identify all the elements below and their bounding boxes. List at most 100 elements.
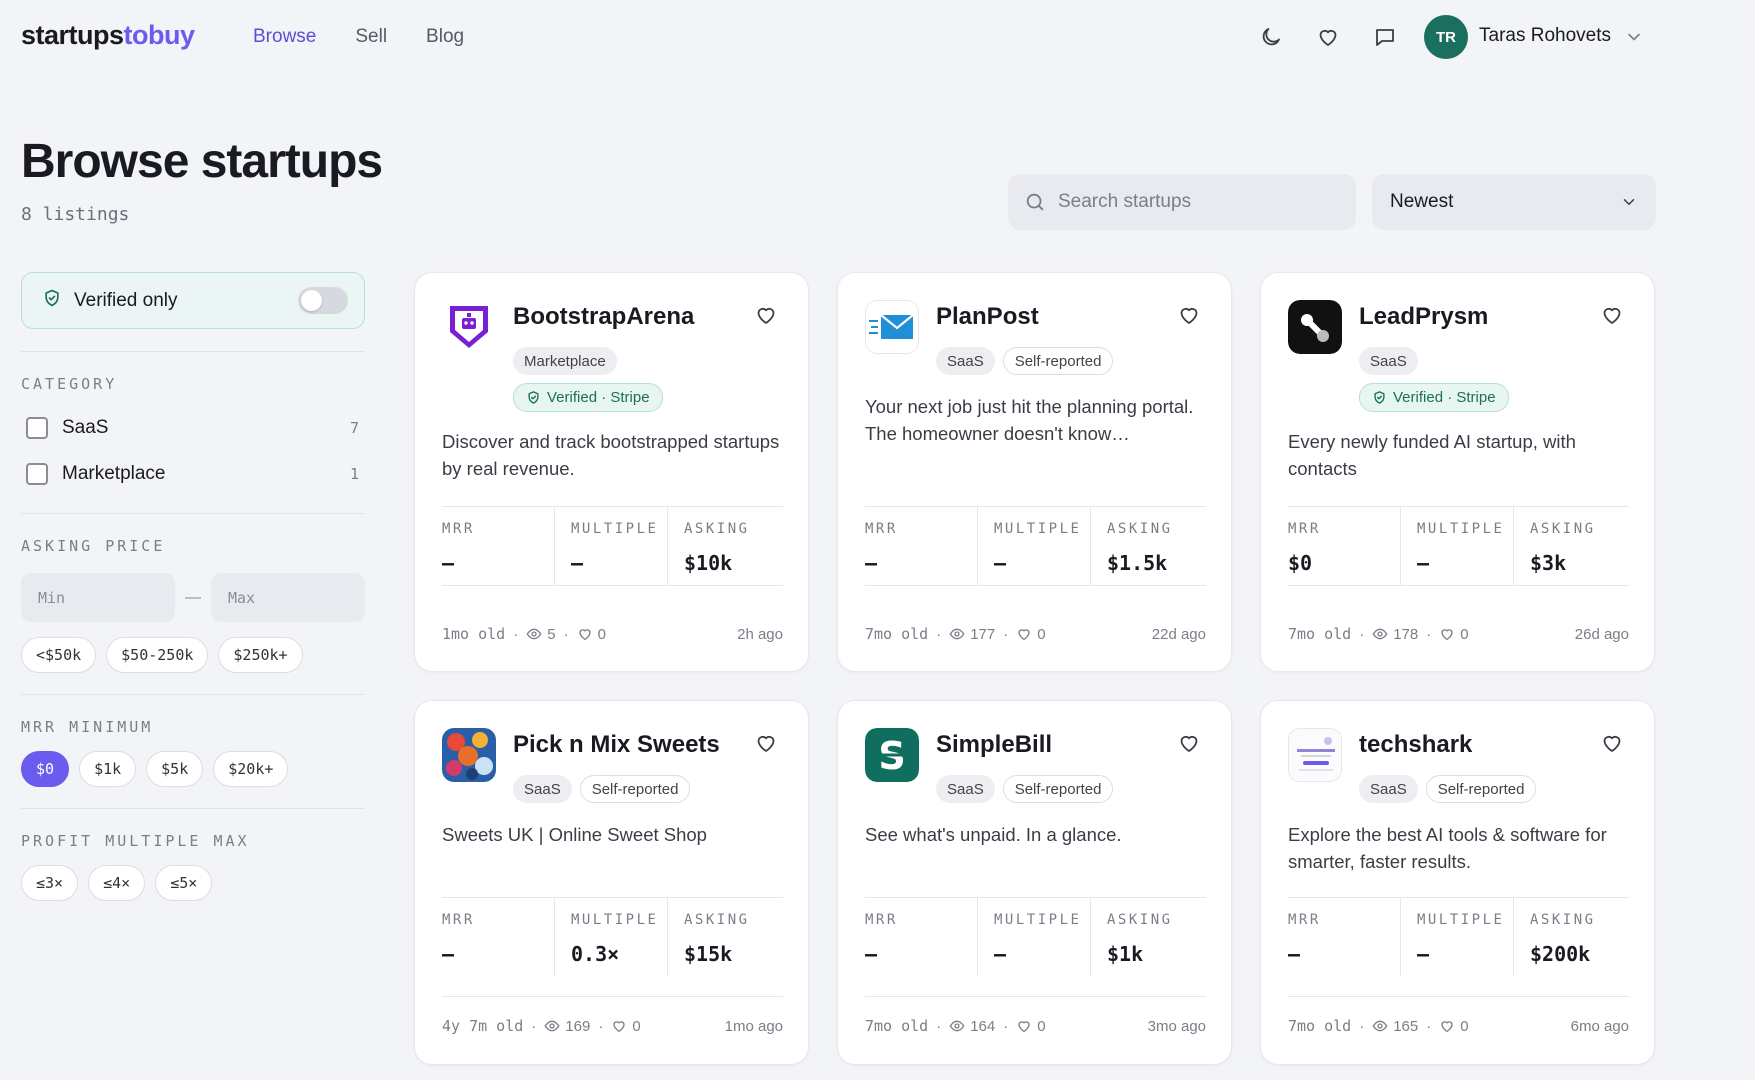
stat-asking: ASKING $3k xyxy=(1513,507,1629,585)
sort-select[interactable]: Newest xyxy=(1372,174,1656,230)
nav-browse[interactable]: Browse xyxy=(253,26,316,48)
heart-icon[interactable] xyxy=(1177,731,1201,755)
chevron-down-icon xyxy=(1623,199,1635,205)
eye-icon xyxy=(1372,628,1388,640)
tags: SaaS Self-reported xyxy=(936,347,1114,375)
stat-multiple: MULTIPLE 0.3× xyxy=(554,898,667,976)
divider xyxy=(442,996,783,997)
listing-card[interactable]: LeadPrysm SaaS Verified · Stripe Every n… xyxy=(1260,272,1655,672)
startup-description: Sweets UK | Online Sweet Shop xyxy=(442,824,707,845)
nav-blog[interactable]: Blog xyxy=(426,26,464,48)
mrr-chip[interactable]: $5k xyxy=(146,751,204,787)
price-max-input[interactable] xyxy=(211,573,365,622)
divider xyxy=(1288,585,1629,586)
heart-icon[interactable] xyxy=(1315,24,1341,50)
stat-multiple: MULTIPLE – xyxy=(554,507,667,585)
heart-icon xyxy=(1018,629,1030,640)
mrr-chip-selected[interactable]: $0 xyxy=(21,751,70,787)
logo[interactable]: startupstobuy xyxy=(21,20,195,51)
message-icon[interactable] xyxy=(1372,24,1398,50)
card-footer: 7mo old · 178 · 0 26d ago xyxy=(1288,625,1629,643)
multiple-chip[interactable]: ≤4× xyxy=(88,865,146,901)
sort-value: Newest xyxy=(1390,191,1454,212)
multiple-chip[interactable]: ≤3× xyxy=(21,865,79,901)
stat-asking: ASKING $10k xyxy=(667,507,783,585)
tag-self-reported: Self-reported xyxy=(1002,347,1114,375)
price-range: — xyxy=(21,573,365,622)
card-footer: 7mo old · 177 · 0 22d ago xyxy=(865,625,1206,643)
category-saas[interactable]: SaaS 7 xyxy=(21,415,365,441)
heart-icon[interactable] xyxy=(754,303,778,327)
page-title: Browse startups xyxy=(21,135,383,188)
tag-self-reported: Self-reported xyxy=(579,775,691,803)
stat-mrr: MRR – xyxy=(442,521,475,575)
stat-asking: ASKING $1.5k xyxy=(1090,507,1206,585)
stat-asking: ASKING $1k xyxy=(1090,898,1206,976)
verified-only-toggle[interactable]: Verified only xyxy=(21,272,365,329)
nav-sell[interactable]: Sell xyxy=(355,26,387,48)
divider xyxy=(865,996,1206,997)
multiple-chips: ≤3× ≤4× ≤5× xyxy=(21,865,365,901)
avatar[interactable]: TR xyxy=(1424,15,1468,59)
tag-category: SaaS xyxy=(513,775,572,803)
planpost-logo xyxy=(865,300,919,354)
profit-multiple-title: PROFIT MULTIPLE MAX xyxy=(21,832,250,850)
shield-check-icon xyxy=(42,288,62,313)
eye-icon xyxy=(544,1020,560,1032)
chevron-down-icon[interactable] xyxy=(1624,27,1644,47)
heart-icon[interactable] xyxy=(1177,303,1201,327)
listing-card[interactable]: BootstrapArena Marketplace Verified · St… xyxy=(414,272,809,672)
checkbox[interactable] xyxy=(26,463,48,485)
startup-description: Every newly funded AI startup, with cont… xyxy=(1288,431,1576,479)
listing-card[interactable]: PlanPost SaaS Self-reported Your next jo… xyxy=(837,272,1232,672)
listing-card[interactable]: S SimpleBill SaaS Self-reported See what… xyxy=(837,700,1232,1065)
startup-name[interactable]: PlanPost xyxy=(936,303,1039,331)
startup-name[interactable]: Pick n Mix Sweets xyxy=(513,731,720,759)
stats-row: MRR – MULTIPLE – ASKING $1.5k xyxy=(865,507,1206,585)
shield-check-icon xyxy=(1374,391,1385,404)
checkbox[interactable] xyxy=(26,417,48,439)
stat-asking: ASKING $15k xyxy=(667,898,783,976)
divider xyxy=(21,513,365,514)
toggle-switch[interactable] xyxy=(298,287,348,314)
stat-multiple: MULTIPLE – xyxy=(977,507,1090,585)
verified-badge: Verified · Stripe xyxy=(513,383,663,412)
heart-icon[interactable] xyxy=(1600,303,1624,327)
startup-name[interactable]: SimpleBill xyxy=(936,731,1052,759)
startup-name[interactable]: BootstrapArena xyxy=(513,303,694,331)
stats-row: MRR – MULTIPLE 0.3× ASKING $15k xyxy=(442,898,783,976)
card-footer: 1mo old · 5 · 0 2h ago xyxy=(442,625,783,643)
moon-icon[interactable] xyxy=(1258,24,1284,50)
listing-card[interactable]: Pick n Mix Sweets SaaS Self-reported Swe… xyxy=(414,700,809,1065)
category-marketplace[interactable]: Marketplace 1 xyxy=(21,461,365,487)
startup-description: Your next job just hit the planning port… xyxy=(865,396,1194,444)
category-title: CATEGORY xyxy=(21,375,118,393)
price-chips: <$50k $50-250k $250k+ xyxy=(21,637,365,673)
stat-mrr: MRR – xyxy=(865,521,898,575)
tag-category: SaaS xyxy=(936,775,995,803)
listing-card[interactable]: techshark SaaS Self-reported Explore the… xyxy=(1260,700,1655,1065)
price-chip[interactable]: <$50k xyxy=(21,637,97,673)
multiple-chip[interactable]: ≤5× xyxy=(155,865,213,901)
user-name[interactable]: Taras Rohovets xyxy=(1479,25,1611,47)
search-input[interactable] xyxy=(1058,191,1338,213)
price-chip[interactable]: $50-250k xyxy=(106,637,209,673)
startup-description: Explore the best AI tools & software for… xyxy=(1288,824,1607,872)
top-header: startupstobuy Browse Sell Blog TR Taras … xyxy=(0,0,1755,75)
techshark-logo xyxy=(1288,728,1342,782)
mrr-chip[interactable]: $20k+ xyxy=(213,751,289,787)
tag-self-reported: Self-reported xyxy=(1002,775,1114,803)
leadprysm-logo xyxy=(1288,300,1342,354)
tags: SaaS Self-reported xyxy=(513,775,691,803)
price-min-input[interactable] xyxy=(21,573,175,622)
heart-icon[interactable] xyxy=(1600,731,1624,755)
startup-description: Discover and track bootstrapped startups… xyxy=(442,431,780,479)
startup-description: See what's unpaid. In a glance. xyxy=(865,824,1122,845)
startup-name[interactable]: LeadPrysm xyxy=(1359,303,1488,331)
search-box[interactable] xyxy=(1008,174,1356,230)
heart-icon[interactable] xyxy=(754,731,778,755)
price-chip[interactable]: $250k+ xyxy=(218,637,303,673)
tag-category: SaaS xyxy=(1359,775,1418,803)
mrr-chip[interactable]: $1k xyxy=(79,751,137,787)
startup-name[interactable]: techshark xyxy=(1359,731,1472,759)
